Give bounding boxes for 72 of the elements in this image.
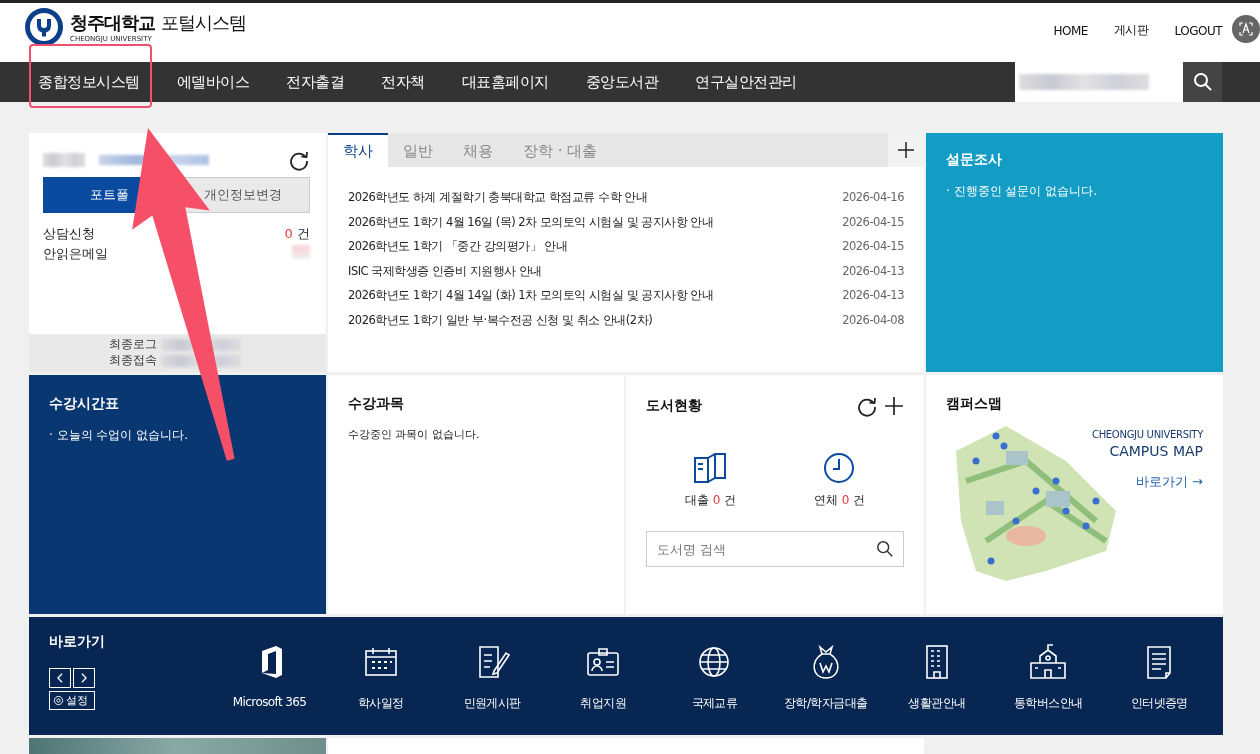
notice-date: 2026-04-13 <box>842 288 904 303</box>
school-icon <box>1028 643 1069 681</box>
stat-label: 안읽은메일 <box>43 245 108 263</box>
notice-date: 2026-04-08 <box>842 312 904 328</box>
shortcut-link[interactable]: 학사일정 <box>325 617 437 735</box>
notice-link[interactable]: 2026학년도 하계 계절학기 충북대학교 학점교류 수학 안내 <box>348 190 648 205</box>
notice-tab[interactable]: 학사 <box>328 133 388 167</box>
card-title: 설문조사 <box>946 151 1003 169</box>
shortcut-link[interactable]: 취업지원 <box>547 617 659 735</box>
portal-title: 포털시스템 <box>161 11 246 35</box>
nav-menu-item[interactable]: 전자책 <box>381 62 440 102</box>
shortcut-link[interactable]: 국제교류 <box>658 617 771 735</box>
shortcut-link[interactable]: 인터넷증명 <box>1103 617 1215 735</box>
refresh-icon[interactable] <box>288 149 310 171</box>
nav-menu-item[interactable]: 연구실안전관리 <box>695 62 812 102</box>
plus-icon[interactable] <box>884 395 904 417</box>
previous-button[interactable] <box>49 668 71 688</box>
card-title: 수강과목 <box>348 395 405 413</box>
nav-menu-item[interactable]: 종합정보시스템 <box>38 62 155 102</box>
notice-date: 2026-04-15 <box>842 214 904 230</box>
header-link[interactable]: 게시판 <box>1113 22 1149 39</box>
stat-label: 상담신청 <box>43 225 95 243</box>
notice-link[interactable]: ISIC 국제학생증 인증비 지원행사 안내 <box>348 263 542 279</box>
notice-link[interactable]: 2026학년도 1학기 4월 16일 (목) 2차 모의토익 시험실 및 공지사항 안내 <box>348 214 714 230</box>
header-link[interactable]: LOGOUT <box>1174 23 1222 38</box>
card-title: 수강시간표 <box>49 395 120 413</box>
card-title: 캠퍼스맵 <box>946 395 1003 413</box>
search-icon[interactable] <box>876 540 894 558</box>
notice-link[interactable]: 2026학년도 1학기 4월 14일 (화) 1차 모의토익 시험실 및 공지사항 안내 <box>348 288 714 303</box>
plus-icon[interactable] <box>897 141 915 159</box>
nav-menu-item[interactable]: 전자출결 <box>286 62 359 102</box>
shortcut-link[interactable]: Microsoft 365 <box>214 617 326 735</box>
login-info-label: 최종접속 <box>109 353 157 369</box>
shortcut-link[interactable]: 생활관안내 <box>881 617 993 735</box>
notice-link[interactable]: 2026학년도 1학기 「중간 강의평가」 안내 <box>348 239 568 254</box>
empty-message: · 진행중인 설문이 없습니다. <box>946 183 1099 200</box>
university-name: 청주대학교 <box>70 11 155 35</box>
notice-date: 2026-04-15 <box>842 239 904 254</box>
empty-message: 수강중인 과목이 없습니다. <box>348 427 481 442</box>
shortcut-link[interactable]: 바로가기 → <box>1135 473 1203 491</box>
search-field[interactable] <box>1015 62 1183 102</box>
settings-button[interactable]: 설정 <box>49 691 95 710</box>
shortcut-link[interactable]: 통학버스안내 <box>992 617 1104 735</box>
shortcut-link[interactable]: 장학/학자금대출 <box>770 617 882 735</box>
card-title: 도서현황 <box>646 397 702 415</box>
search-icon <box>1192 72 1213 92</box>
translate-icon[interactable] <box>1232 15 1260 43</box>
nav-menu-item[interactable]: 대표홈페이지 <box>461 62 564 102</box>
map-heading: CAMPUS MAP <box>1109 443 1203 459</box>
nav-menu-item[interactable]: 중앙도서관 <box>585 62 673 102</box>
nav-menu-item[interactable]: 에델바이스 <box>176 62 264 102</box>
book-search-field[interactable]: 도서명 검색 <box>646 531 904 567</box>
search-button[interactable] <box>1183 62 1222 102</box>
section-title: 바로가기 <box>49 633 106 651</box>
stat-count: 0 건 <box>284 225 310 243</box>
map-caption: CHEONGJU UNIVERSITY <box>1091 429 1203 440</box>
shortcut-link[interactable]: 민원게시판 <box>436 617 548 735</box>
next-button[interactable] <box>73 668 95 688</box>
gear-icon <box>53 695 64 706</box>
loan-count: 대출 0 건 <box>684 492 737 509</box>
login-info-label: 최종로그 <box>109 337 157 353</box>
loan-count: 연체 0 건 <box>813 492 866 509</box>
university-emblem-icon <box>24 7 64 47</box>
notice-link[interactable]: 2026학년도 1학기 일반 부·복수전공 신청 및 취소 안내(2차) <box>348 312 653 328</box>
redacted-block <box>43 153 85 167</box>
clock-icon <box>822 452 857 484</box>
empty-message: · 오늘의 수업이 없습니다. <box>49 427 190 444</box>
refresh-icon[interactable] <box>856 395 878 417</box>
header-link[interactable]: HOME <box>1053 23 1088 38</box>
notice-date: 2026-04-13 <box>842 263 904 279</box>
book-icon <box>693 452 728 484</box>
notice-date: 2026-04-16 <box>842 190 904 205</box>
